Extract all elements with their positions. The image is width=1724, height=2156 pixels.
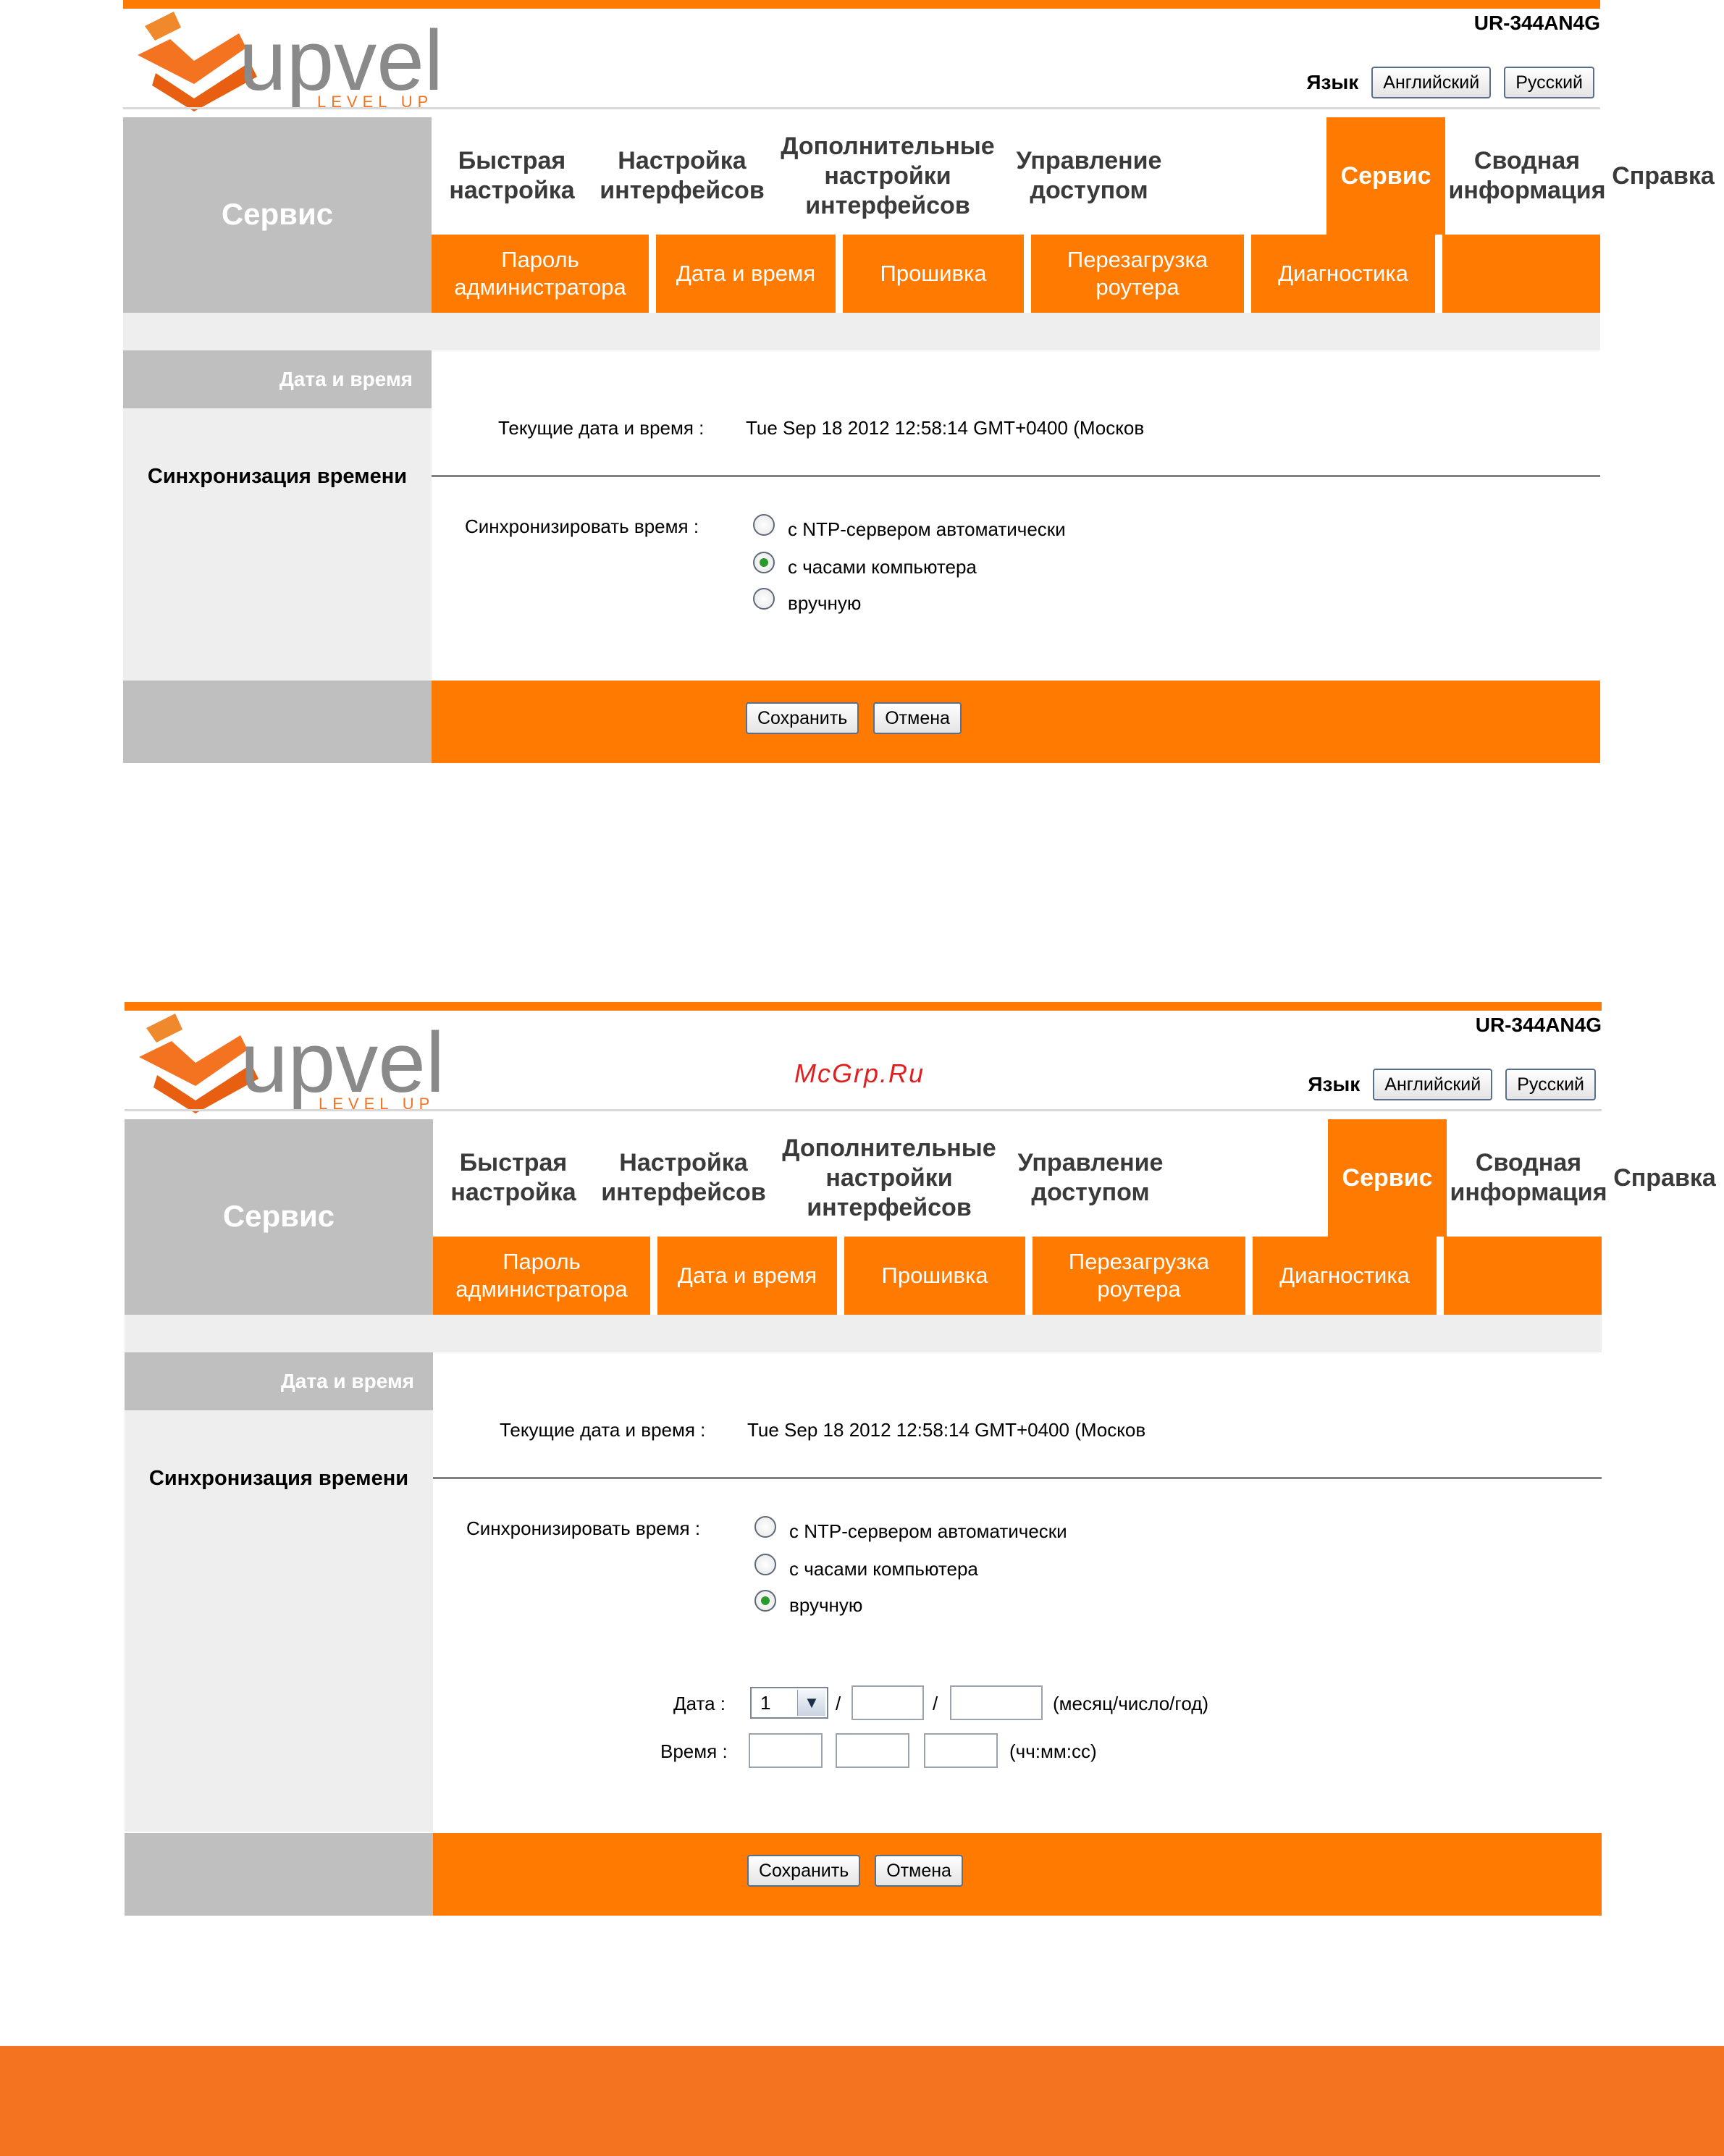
current-datetime-value: Tue Sep 18 2012 12:58:14 GMT+0400 (Моско… — [747, 1419, 1146, 1441]
tab-interface-setup[interactable]: Настройка интерфейсов — [592, 117, 772, 235]
sub-tabs: Пароль администратора Дата и время Проши… — [433, 1237, 1602, 1315]
date-format-hint: (месяц/число/год) — [1053, 1693, 1209, 1714]
date-separator: / — [836, 1693, 841, 1714]
subtab-diagnostics[interactable]: Диагностика — [1251, 235, 1435, 313]
subtab-reboot[interactable]: Перезагрузка роутера — [1033, 1237, 1245, 1315]
tab-help[interactable]: Справка — [1609, 117, 1717, 235]
main-nav: Сервис Быстрая настройка Настройка интер… — [123, 117, 1715, 313]
radio-computer-clock-label: с часами компьютера — [788, 556, 977, 578]
tab-quick-setup[interactable]: Быстрая настройка — [432, 117, 592, 235]
language-switch: Язык Английский Русский — [1306, 67, 1594, 98]
tab-summary[interactable]: Сводная информация — [1445, 117, 1609, 235]
russian-button[interactable]: Русский — [1505, 1069, 1596, 1100]
language-label: Язык — [1306, 71, 1359, 93]
time-label: Время : — [660, 1740, 728, 1762]
tab-access-management[interactable]: Управление доступом — [1004, 117, 1174, 235]
header-divider — [123, 107, 1600, 109]
section-divider — [433, 1477, 1602, 1479]
radio-manual[interactable] — [753, 588, 775, 610]
subtab-date-time[interactable]: Дата и время — [657, 1237, 837, 1315]
subtab-diagnostics[interactable]: Диагностика — [1253, 1237, 1437, 1315]
section-header: Дата и время — [125, 1352, 433, 1410]
subtab-date-time[interactable]: Дата и время — [656, 235, 836, 313]
current-datetime-label: Текущие дата и время : — [500, 1419, 706, 1441]
sync-section-label: Синхронизация времени — [148, 1467, 409, 1490]
chevron-down-icon: ▼ — [797, 1690, 825, 1716]
hour-input[interactable] — [749, 1733, 823, 1768]
month-select[interactable]: 1 ▼ — [750, 1687, 828, 1719]
tab-summary[interactable]: Сводная информация — [1447, 1119, 1610, 1237]
gray-strip — [125, 1315, 1602, 1352]
model-name: UR-344AN4G — [1475, 1014, 1602, 1036]
time-format-hint: (чч:мм:сс) — [1009, 1740, 1097, 1762]
language-label: Язык — [1308, 1073, 1361, 1095]
gray-strip — [123, 313, 1600, 350]
upvel-logo: upvel LEVEL UP — [139, 1014, 445, 1113]
tab-service[interactable]: Сервис — [1326, 117, 1445, 235]
nav-tabs: Быстрая настройка Настройка интерфейсов … — [433, 1119, 1716, 1237]
tab-advanced-setup[interactable]: Дополнительные настройки интерфейсов — [773, 1119, 1005, 1237]
action-bar: Сохранить Отмена — [125, 1833, 1602, 1916]
radio-ntp[interactable] — [754, 1516, 776, 1538]
upvel-logo: upvel LEVEL UP — [138, 12, 443, 111]
subtab-admin-password[interactable]: Пароль администратора — [432, 235, 649, 313]
english-button[interactable]: Английский — [1371, 67, 1492, 98]
sub-tabs: Пароль администратора Дата и время Проши… — [432, 235, 1600, 313]
subtab-reboot[interactable]: Перезагрузка роутера — [1031, 235, 1244, 313]
english-button[interactable]: Английский — [1373, 1069, 1493, 1100]
model-name: UR-344AN4G — [1473, 12, 1600, 34]
radio-manual-label: вручную — [789, 1594, 863, 1616]
main-nav: Сервис Быстрая настройка Настройка интер… — [125, 1119, 1716, 1315]
save-button[interactable]: Сохранить — [746, 702, 859, 734]
nav-section-title: Сервис — [222, 1199, 335, 1233]
tab-advanced-setup[interactable]: Дополнительные настройки интерфейсов — [772, 117, 1004, 235]
tab-interface-setup[interactable]: Настройка интерфейсов — [594, 1119, 773, 1237]
sync-label: Синхронизировать время : — [466, 1517, 701, 1539]
current-datetime-label: Текущие дата и время : — [498, 417, 705, 439]
save-button[interactable]: Сохранить — [747, 1855, 861, 1887]
tab-service[interactable]: Сервис — [1328, 1119, 1447, 1237]
action-bar: Сохранить Отмена — [123, 681, 1600, 763]
radio-ntp[interactable] — [753, 514, 775, 536]
radio-ntp-label: с NTP-сервером автоматически — [788, 518, 1066, 540]
header-divider — [125, 1109, 1602, 1111]
date-label: Дата : — [673, 1693, 726, 1714]
router-screen-sync-computer: upvel LEVEL UP UR-344AN4G Язык Английски… — [123, 0, 1715, 765]
tab-help[interactable]: Справка — [1610, 1119, 1719, 1237]
nav-section-title: Сервис — [221, 197, 334, 231]
radio-computer-clock[interactable] — [753, 552, 775, 573]
subtab-firmware[interactable]: Прошивка — [843, 235, 1024, 313]
subtab-firmware[interactable]: Прошивка — [844, 1237, 1025, 1315]
subtab-admin-password[interactable]: Пароль администратора — [433, 1237, 650, 1315]
current-datetime-value: Tue Sep 18 2012 12:58:14 GMT+0400 (Моско… — [746, 417, 1145, 439]
page-footer-band — [0, 2046, 1724, 2156]
date-separator: / — [933, 1693, 938, 1714]
language-switch: Язык Английский Русский — [1308, 1069, 1596, 1100]
nav-section-box: Сервис — [123, 117, 432, 313]
router-screen-sync-manual: upvel LEVEL UP UR-344AN4G McGrp.Ru Язык … — [125, 1002, 1716, 1916]
year-input[interactable] — [950, 1685, 1043, 1720]
radio-computer-clock-label: с часами компьютера — [789, 1558, 978, 1580]
watermark-text: McGrp.Ru — [794, 1058, 925, 1088]
left-column — [123, 408, 432, 681]
section-header: Дата и время — [123, 350, 432, 408]
russian-button[interactable]: Русский — [1504, 67, 1594, 98]
radio-ntp-label: с NTP-сервером автоматически — [789, 1520, 1067, 1542]
section-divider — [432, 475, 1600, 477]
radio-manual[interactable] — [754, 1590, 776, 1612]
radio-manual-label: вручную — [788, 592, 862, 614]
sync-section-label: Синхронизация времени — [147, 465, 408, 488]
tab-access-management[interactable]: Управление доступом — [1005, 1119, 1176, 1237]
tab-quick-setup[interactable]: Быстрая настройка — [433, 1119, 594, 1237]
nav-section-box: Сервис — [125, 1119, 433, 1315]
day-input[interactable] — [852, 1685, 924, 1720]
cancel-button[interactable]: Отмена — [875, 1855, 963, 1887]
nav-tabs: Быстрая настройка Настройка интерфейсов … — [432, 117, 1715, 235]
radio-computer-clock[interactable] — [754, 1554, 776, 1575]
cancel-button[interactable]: Отмена — [873, 702, 962, 734]
sync-label: Синхронизировать время : — [465, 515, 699, 537]
second-input[interactable] — [924, 1733, 998, 1768]
month-select-value: 1 — [760, 1692, 771, 1714]
minute-input[interactable] — [836, 1733, 909, 1768]
